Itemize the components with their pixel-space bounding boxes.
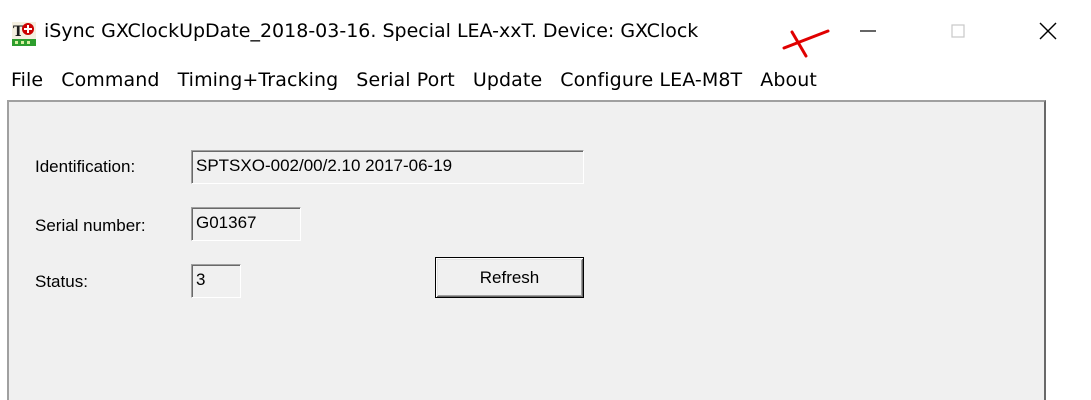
menu-serial-port[interactable]: Serial Port xyxy=(347,69,464,91)
menu-update[interactable]: Update xyxy=(464,69,551,91)
menu-timing-tracking[interactable]: Timing+Tracking xyxy=(169,69,348,91)
client-area: Identification: SPTSXO-002/00/2.10 2017-… xyxy=(7,100,1046,400)
refresh-button[interactable]: Refresh xyxy=(435,257,584,298)
minimize-button[interactable] xyxy=(838,0,898,62)
svg-text:T: T xyxy=(13,24,24,40)
menu-file[interactable]: File xyxy=(0,69,52,91)
menu-configure-lea-m8t[interactable]: Configure LEA-M8T xyxy=(551,69,751,91)
app-window: T iSync GXClockUpDate_2018-03-16. Specia… xyxy=(0,0,1091,400)
identification-label: Identification: xyxy=(35,157,136,176)
close-button[interactable] xyxy=(1018,0,1078,62)
close-icon xyxy=(1039,22,1057,40)
maximize-icon xyxy=(951,24,965,38)
status-field[interactable]: 3 xyxy=(191,264,241,298)
maximize-button[interactable] xyxy=(928,0,988,62)
serial-number-label: Serial number: xyxy=(35,216,146,235)
menu-bar: File Command Timing+Tracking Serial Port… xyxy=(0,64,1091,96)
title-bar[interactable]: T iSync GXClockUpDate_2018-03-16. Specia… xyxy=(0,0,1091,66)
menu-command[interactable]: Command xyxy=(52,69,168,91)
minimize-icon xyxy=(860,30,876,32)
status-label: Status: xyxy=(35,272,88,291)
red-x-mark-icon xyxy=(782,29,830,58)
identification-field[interactable]: SPTSXO-002/00/2.10 2017-06-19 xyxy=(191,150,584,184)
window-title: iSync GXClockUpDate_2018-03-16. Special … xyxy=(44,20,699,42)
serial-number-field[interactable]: G01367 xyxy=(191,207,301,241)
isync-app-icon[interactable]: T xyxy=(12,22,36,46)
menu-about[interactable]: About xyxy=(751,69,826,91)
